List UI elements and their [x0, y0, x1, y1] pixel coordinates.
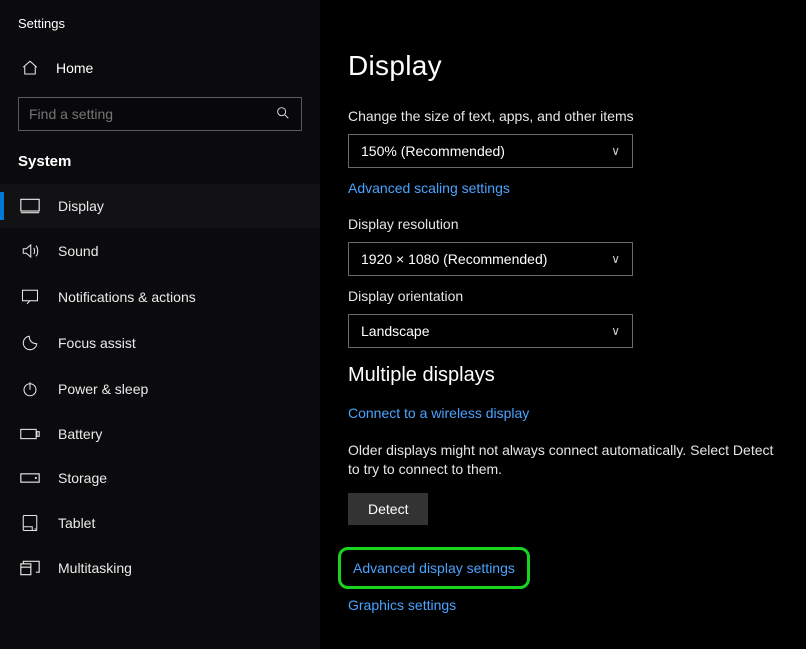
- scale-label: Change the size of text, apps, and other…: [348, 108, 806, 124]
- focus-assist-icon: [20, 334, 40, 352]
- multiple-displays-heading: Multiple displays: [348, 364, 806, 387]
- orientation-dropdown[interactable]: Landscape ∨: [348, 314, 633, 348]
- sidebar-item-sound[interactable]: Sound: [0, 228, 320, 274]
- advanced-scaling-link[interactable]: Advanced scaling settings: [348, 180, 510, 196]
- sidebar-item-label: Notifications & actions: [58, 289, 196, 305]
- search-input[interactable]: [29, 106, 275, 122]
- sidebar-section-label: System: [0, 149, 320, 184]
- main-content: Display Change the size of text, apps, a…: [320, 0, 806, 649]
- resolution-value: 1920 × 1080 (Recommended): [361, 251, 547, 267]
- search-icon: [275, 105, 291, 124]
- sidebar-item-focus-assist[interactable]: Focus assist: [0, 320, 320, 366]
- chevron-down-icon: ∨: [611, 252, 620, 266]
- display-icon: [20, 198, 40, 214]
- scale-dropdown[interactable]: 150% (Recommended) ∨: [348, 134, 633, 168]
- chevron-down-icon: ∨: [611, 324, 620, 338]
- detect-description: Older displays might not always connect …: [348, 441, 788, 479]
- sidebar: Settings Home System Display Sound: [0, 0, 320, 649]
- orientation-value: Landscape: [361, 323, 430, 339]
- home-label: Home: [56, 60, 93, 76]
- highlight-annotation: Advanced display settings: [338, 547, 530, 589]
- home-icon: [20, 59, 40, 77]
- sound-icon: [20, 242, 40, 260]
- graphics-settings-link[interactable]: Graphics settings: [348, 597, 456, 613]
- page-title: Display: [348, 50, 806, 82]
- sidebar-item-notifications[interactable]: Notifications & actions: [0, 274, 320, 320]
- sidebar-item-power-sleep[interactable]: Power & sleep: [0, 366, 320, 412]
- wireless-display-link[interactable]: Connect to a wireless display: [348, 405, 529, 421]
- tablet-icon: [20, 514, 40, 532]
- resolution-label: Display resolution: [348, 216, 806, 232]
- scale-value: 150% (Recommended): [361, 143, 505, 159]
- app-title: Settings: [0, 10, 320, 49]
- home-button[interactable]: Home: [0, 49, 320, 91]
- sidebar-item-label: Battery: [58, 426, 102, 442]
- multitasking-icon: [20, 560, 40, 576]
- storage-icon: [20, 472, 40, 484]
- notifications-icon: [20, 288, 40, 306]
- sidebar-item-tablet[interactable]: Tablet: [0, 500, 320, 546]
- sidebar-nav: Display Sound Notifications & actions Fo…: [0, 184, 320, 590]
- sidebar-item-label: Multitasking: [58, 560, 132, 576]
- sidebar-item-label: Focus assist: [58, 335, 136, 351]
- chevron-down-icon: ∨: [611, 144, 620, 158]
- sidebar-item-label: Sound: [58, 243, 98, 259]
- sidebar-item-display[interactable]: Display: [0, 184, 320, 228]
- sidebar-item-label: Display: [58, 198, 104, 214]
- sidebar-item-label: Storage: [58, 470, 107, 486]
- advanced-display-settings-link[interactable]: Advanced display settings: [353, 560, 515, 576]
- sidebar-item-multitasking[interactable]: Multitasking: [0, 546, 320, 590]
- detect-button[interactable]: Detect: [348, 493, 428, 525]
- power-icon: [20, 380, 40, 398]
- sidebar-item-label: Tablet: [58, 515, 95, 531]
- sidebar-item-label: Power & sleep: [58, 381, 148, 397]
- battery-icon: [20, 427, 40, 441]
- orientation-label: Display orientation: [348, 288, 806, 304]
- search-input-container[interactable]: [18, 97, 302, 131]
- resolution-dropdown[interactable]: 1920 × 1080 (Recommended) ∨: [348, 242, 633, 276]
- sidebar-item-battery[interactable]: Battery: [0, 412, 320, 456]
- sidebar-item-storage[interactable]: Storage: [0, 456, 320, 500]
